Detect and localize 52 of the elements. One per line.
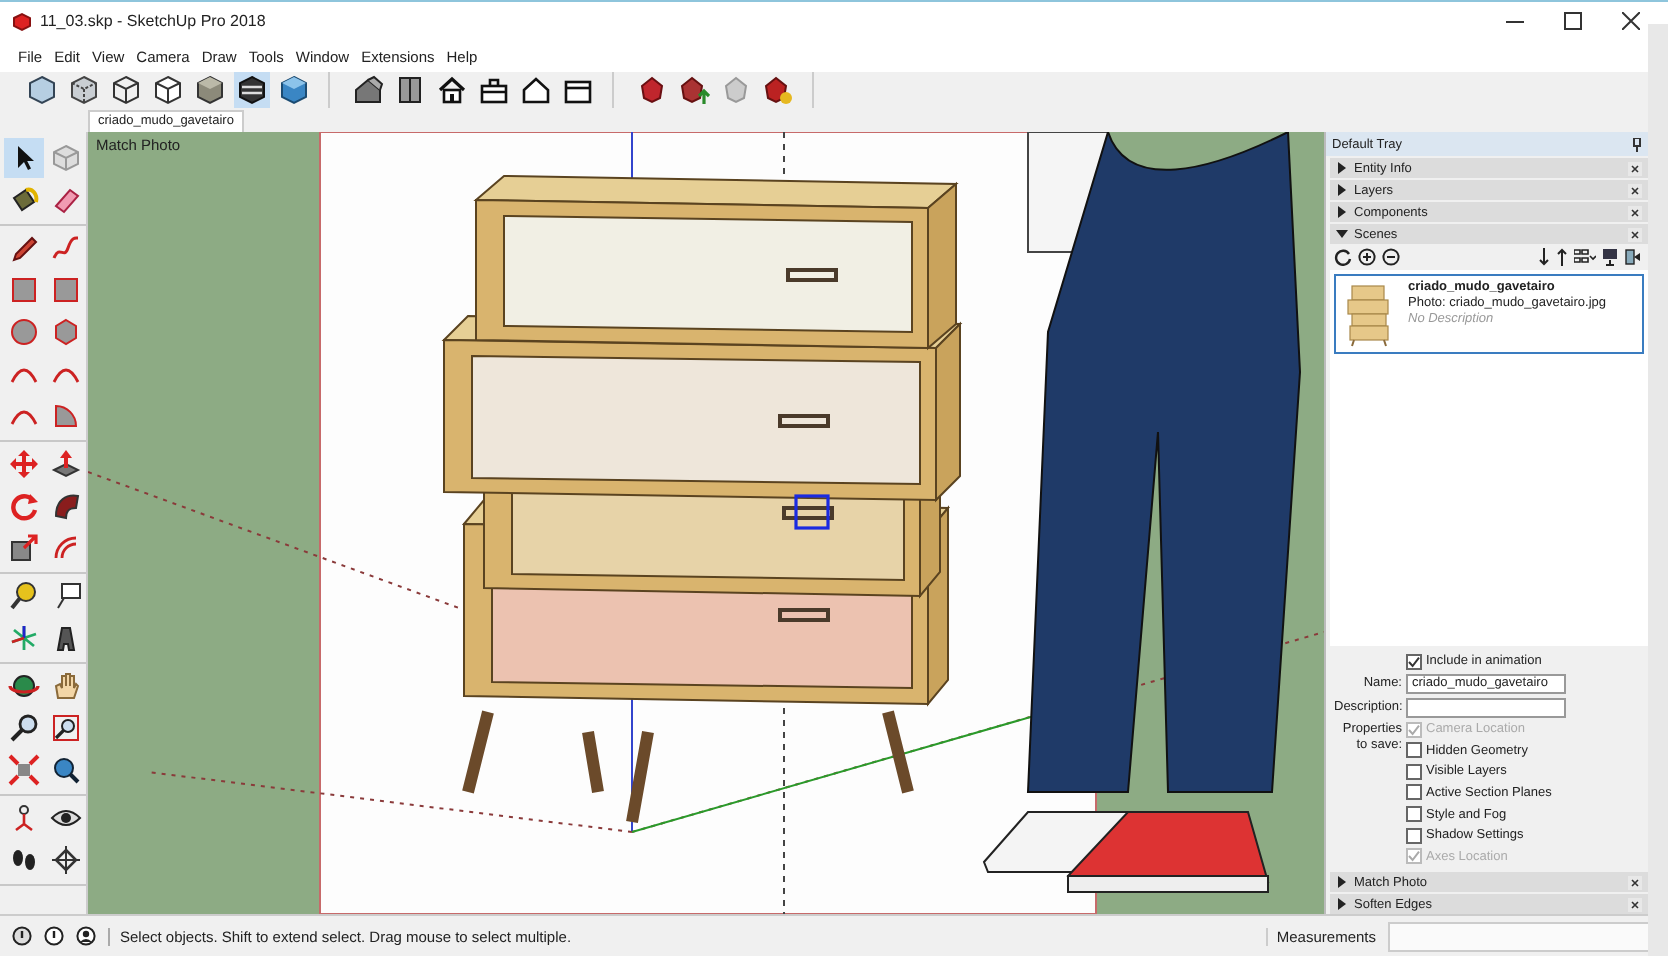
description-field[interactable]	[1406, 697, 1566, 718]
checkbox[interactable]	[1406, 806, 1422, 823]
close-icon[interactable]	[1628, 897, 1642, 912]
measurements-field[interactable]	[1388, 921, 1652, 952]
gem-icon[interactable]	[676, 72, 712, 109]
view-options-icon[interactable]	[1574, 248, 1596, 267]
remove-icon[interactable]	[1382, 248, 1400, 267]
details-icon[interactable]	[1624, 248, 1640, 267]
user-icon[interactable]	[76, 926, 96, 947]
app-logo-icon	[12, 11, 32, 32]
close-icon[interactable]	[1628, 183, 1642, 198]
add-icon[interactable]	[1358, 248, 1376, 267]
close-icon[interactable]	[1628, 205, 1642, 220]
house-icon[interactable]	[434, 72, 470, 109]
cube-icon[interactable]	[276, 72, 312, 109]
cube-icon[interactable]	[234, 72, 270, 109]
checkbox[interactable]	[1406, 784, 1422, 801]
move-down-icon[interactable]	[1538, 248, 1550, 267]
cube-icon[interactable]	[66, 72, 102, 109]
refresh-icon[interactable]	[1334, 248, 1352, 267]
close-icon[interactable]	[1628, 227, 1642, 242]
gem-icon[interactable]	[760, 72, 796, 109]
expand-arrow-icon[interactable]	[1336, 184, 1348, 197]
expand-arrow-icon[interactable]	[1336, 898, 1348, 911]
scrollbar[interactable]	[1648, 24, 1668, 956]
close-icon[interactable]	[1628, 161, 1642, 176]
expand-arrow-icon[interactable]	[1336, 206, 1348, 219]
cube-icon[interactable]	[24, 72, 60, 109]
checkbox[interactable]	[1406, 653, 1422, 670]
expand-arrow-icon[interactable]	[1336, 162, 1348, 175]
cube-icon[interactable]	[192, 72, 228, 109]
maximize-icon[interactable]	[1564, 12, 1582, 31]
window-title: 11_03.skp - SketchUp Pro 2018	[40, 12, 268, 31]
checkbox[interactable]	[1406, 742, 1422, 759]
info-icon[interactable]	[44, 926, 64, 947]
dresser-drawing[interactable]	[441, 175, 963, 829]
geo-location-icon[interactable]	[12, 926, 32, 947]
cube-icon[interactable]	[108, 72, 144, 109]
checkbox[interactable]	[1406, 827, 1422, 844]
modeling-viewport[interactable]	[88, 132, 1324, 915]
expand-arrow-icon[interactable]	[1336, 876, 1348, 889]
house-icon[interactable]	[518, 72, 554, 109]
close-icon[interactable]	[1628, 875, 1642, 890]
close-icon[interactable]	[1622, 12, 1640, 31]
collapse-arrow-icon[interactable]	[1336, 228, 1348, 241]
cube-icon[interactable]	[150, 72, 186, 109]
zoom-extents-icon[interactable]	[4, 750, 44, 791]
pin-icon[interactable]	[1632, 137, 1642, 152]
monitor-icon[interactable]	[1602, 248, 1618, 267]
checkbox[interactable]	[1406, 763, 1422, 780]
house-icon[interactable]	[350, 72, 386, 109]
move-up-icon[interactable]	[1556, 248, 1568, 267]
